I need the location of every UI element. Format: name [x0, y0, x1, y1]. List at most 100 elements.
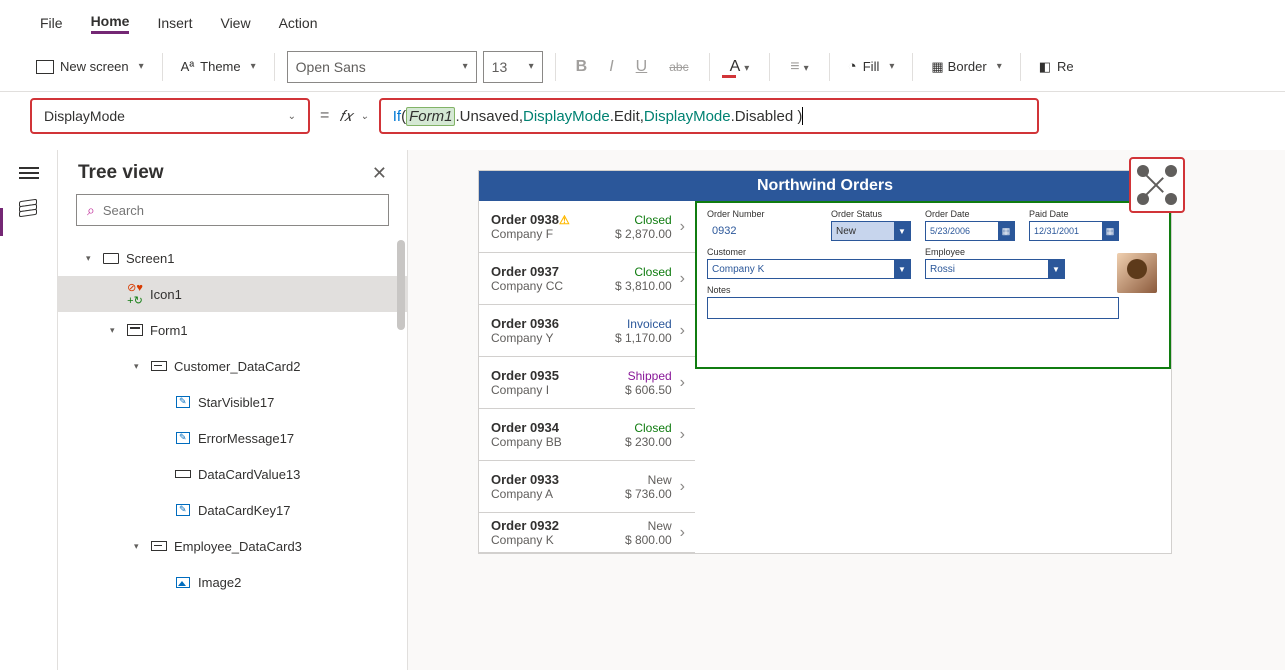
- field-order-number[interactable]: 0932: [707, 221, 817, 241]
- order-row[interactable]: Order 0937Company CCClosed$ 3,810.00›: [479, 253, 695, 305]
- font-color-button[interactable]: A▾: [722, 58, 758, 76]
- expander-icon[interactable]: ▾: [86, 253, 96, 264]
- company-name: Company BB: [491, 435, 625, 449]
- field-paid-date[interactable]: 12/31/2001▦: [1029, 221, 1119, 241]
- field-notes[interactable]: [707, 297, 1119, 319]
- chevron-down-icon: ▾: [529, 61, 534, 72]
- order-number: Order 0933: [491, 472, 625, 487]
- input-icon: [174, 470, 192, 478]
- chevron-down-icon: ▾: [889, 61, 894, 72]
- fill-button[interactable]: ◔ Fill ▾: [842, 54, 901, 79]
- order-row[interactable]: Order 0935Company IShipped$ 606.50›: [479, 357, 695, 409]
- tree-item-form1[interactable]: ▾Form1: [58, 312, 407, 348]
- search-input[interactable]: [103, 203, 378, 218]
- tree-item-icon1[interactable]: ⊘♥+↻Icon1: [58, 276, 407, 312]
- equals-sign: =: [320, 107, 329, 125]
- tree-item-customer_datacard2[interactable]: ▾ Customer_DataCard2: [58, 348, 407, 384]
- field-order-status[interactable]: New▼: [831, 221, 911, 241]
- chevron-right-icon: ›: [680, 478, 685, 496]
- label-paid-date: Paid Date: [1029, 209, 1119, 219]
- underline-button[interactable]: U: [628, 58, 656, 76]
- tree-view-icon[interactable]: [19, 200, 39, 216]
- chevron-down-icon: ▼: [894, 260, 910, 278]
- order-amount: $ 800.00: [625, 533, 672, 547]
- tree-item-starvisible17[interactable]: StarVisible17: [58, 384, 407, 420]
- order-gallery[interactable]: Order 0938⚠Company FClosed$ 2,870.00›Ord…: [479, 201, 695, 553]
- tree-item-datacardkey17[interactable]: DataCardKey17: [58, 492, 407, 528]
- tree-view-title: Tree view: [78, 162, 164, 184]
- formula-bar: DisplayMode ⌄ = 𝑓𝑥⌄ If ( Form1 .Unsaved,…: [0, 92, 1285, 150]
- font-name-select[interactable]: Open Sans ▾: [287, 51, 477, 83]
- field-customer[interactable]: Company K▼: [707, 259, 911, 279]
- strike-button[interactable]: abc: [661, 60, 696, 74]
- align-button[interactable]: ≡▾: [782, 58, 816, 76]
- field-order-date[interactable]: 5/23/2006▦: [925, 221, 1015, 241]
- expander-icon[interactable]: ▾: [134, 541, 144, 552]
- ribbon-toolbar: New screen ▾ Aª Theme ▾ Open Sans ▾ 13 ▾…: [0, 42, 1285, 92]
- order-amount: $ 1,170.00: [615, 331, 672, 345]
- menu-file[interactable]: File: [40, 15, 63, 31]
- tree-item-image2[interactable]: Image2: [58, 564, 407, 600]
- card-icon: [150, 541, 168, 551]
- warning-icon: ⚠: [559, 213, 570, 227]
- label-customer: Customer: [707, 247, 911, 257]
- expander-icon[interactable]: ▾: [110, 325, 120, 336]
- formula-token: .Disabled ): [731, 108, 803, 125]
- border-button[interactable]: ▦ Border ▾: [925, 55, 1007, 79]
- chevron-right-icon: ›: [680, 270, 685, 288]
- order-amount: $ 736.00: [625, 487, 672, 501]
- company-name: Company I: [491, 383, 625, 397]
- formula-token: .Edit,: [610, 108, 644, 125]
- order-number: Order 0932: [491, 518, 625, 533]
- selected-icon-control[interactable]: [1129, 157, 1185, 213]
- chevron-right-icon: ›: [680, 374, 685, 392]
- scrollbar[interactable]: [397, 240, 405, 330]
- hamburger-icon[interactable]: [19, 164, 39, 180]
- workspace: Tree view ✕ ⌕ ▾Screen1⊘♥+↻Icon1▾Form1▾Cu…: [0, 150, 1285, 670]
- label-order-date: Order Date: [925, 209, 1015, 219]
- app-preview: Northwind Orders Order 0938⚠Company FClo…: [478, 170, 1172, 554]
- formula-input[interactable]: If ( Form1 .Unsaved, DisplayMode .Edit, …: [379, 98, 1039, 134]
- fx-button[interactable]: 𝑓𝑥⌄: [339, 108, 368, 125]
- chevron-down-icon: ▾: [997, 61, 1002, 72]
- new-screen-button[interactable]: New screen ▾: [30, 55, 150, 78]
- tree-search[interactable]: ⌕: [76, 194, 389, 226]
- menu-insert[interactable]: Insert: [157, 15, 192, 31]
- order-number: Order 0937: [491, 264, 615, 279]
- order-row[interactable]: Order 0938⚠Company FClosed$ 2,870.00›: [479, 201, 695, 253]
- tree-item-screen1[interactable]: ▾Screen1: [58, 240, 407, 276]
- order-status: Invoiced: [615, 317, 672, 331]
- order-row[interactable]: Order 0933Company ANew$ 736.00›: [479, 461, 695, 513]
- bold-button[interactable]: B: [568, 58, 596, 76]
- reorder-label: Re: [1057, 59, 1074, 74]
- menu-view[interactable]: View: [220, 15, 250, 31]
- chevron-down-icon: ▾: [139, 61, 144, 72]
- tree-item-datacardvalue13[interactable]: DataCardValue13: [58, 456, 407, 492]
- menu-action[interactable]: Action: [279, 15, 318, 31]
- chevron-down-icon: ▾: [463, 61, 468, 72]
- theme-button[interactable]: Aª Theme ▾: [175, 55, 262, 78]
- order-amount: $ 2,870.00: [615, 227, 672, 241]
- field-employee[interactable]: Rossi▼: [925, 259, 1065, 279]
- expander-icon[interactable]: ▾: [134, 361, 144, 372]
- tree-item-employee_datacard3[interactable]: ▾Employee_DataCard3: [58, 528, 407, 564]
- property-selector[interactable]: DisplayMode ⌄: [30, 98, 310, 134]
- order-number: Order 0935: [491, 368, 625, 383]
- canvas[interactable]: Northwind Orders Order 0938⚠Company FClo…: [408, 150, 1285, 670]
- order-row[interactable]: Order 0936Company YInvoiced$ 1,170.00›: [479, 305, 695, 357]
- tree-item-errormessage17[interactable]: ErrorMessage17: [58, 420, 407, 456]
- reorder-icon: ◧: [1039, 59, 1051, 75]
- menu-home[interactable]: Home: [91, 13, 130, 34]
- label-employee: Employee: [925, 247, 1119, 257]
- order-row[interactable]: Order 0932Company KNew$ 800.00›: [479, 513, 695, 553]
- employee-avatar: [1117, 253, 1157, 293]
- order-row[interactable]: Order 0934Company BBClosed$ 230.00›: [479, 409, 695, 461]
- reorder-button[interactable]: ◧ Re: [1033, 55, 1080, 79]
- font-size-select[interactable]: 13 ▾: [483, 51, 543, 83]
- italic-button[interactable]: I: [601, 58, 621, 76]
- tree-item-label: Image2: [198, 575, 241, 590]
- order-number: Order 0934: [491, 420, 625, 435]
- close-icon[interactable]: ✕: [372, 163, 387, 184]
- label-order-status: Order Status: [831, 209, 911, 219]
- tree-item-label: Customer_DataCard2: [174, 359, 300, 374]
